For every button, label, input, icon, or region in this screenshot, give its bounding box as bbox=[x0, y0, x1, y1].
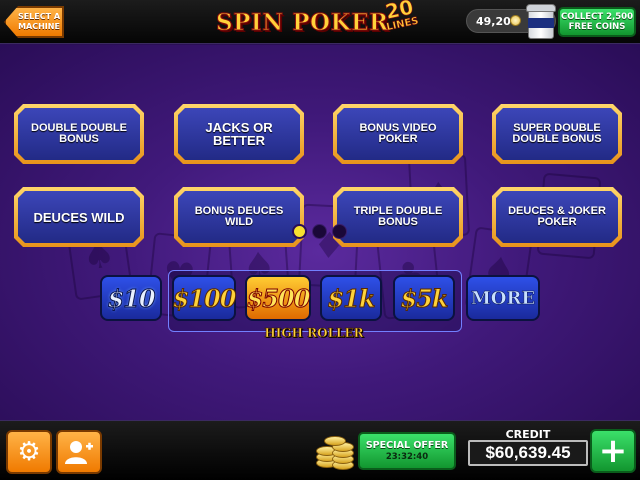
collect-free-coins-button[interactable]: COLLECT 2,500 FREE COINS bbox=[558, 7, 636, 37]
denomination-button-500[interactable]: $500 bbox=[245, 275, 311, 321]
logo-lines-badge: 20 LINES bbox=[376, 0, 427, 46]
game-logo: SPIN POKER 20 LINES bbox=[216, 0, 426, 42]
coin-cup-icon[interactable] bbox=[524, 4, 558, 40]
game-label: DEUCES WILD bbox=[18, 191, 140, 243]
game-button-double-double-bonus[interactable]: DOUBLE DOUBLE BONUS bbox=[14, 104, 144, 164]
select-machine-button[interactable]: SELECT A MACHINE bbox=[4, 6, 64, 38]
add-friend-icon bbox=[65, 441, 93, 464]
game-button-deuces-wild[interactable]: DEUCES WILD bbox=[14, 187, 144, 247]
denomination-button-1k[interactable]: $1k bbox=[320, 275, 382, 321]
game-label: BONUS DEUCES WILD bbox=[178, 191, 300, 243]
special-offer-button[interactable]: SPECIAL OFFER 23:32:40 bbox=[358, 432, 456, 470]
game-label: TRIPLE DOUBLE BONUS bbox=[337, 191, 459, 243]
top-bar: SELECT A MACHINE SPIN POKER 20 LINES 49,… bbox=[0, 0, 640, 44]
denomination-button-10[interactable]: $10 bbox=[100, 275, 162, 321]
game-button-bonus-video-poker[interactable]: BONUS VIDEO POKER bbox=[333, 104, 463, 164]
credit-label: CREDIT bbox=[505, 428, 551, 441]
game-label: JACKS OR BETTER bbox=[178, 108, 300, 160]
denomination-button-100[interactable]: $100 bbox=[172, 275, 237, 321]
coin-icon bbox=[510, 15, 521, 26]
special-offer-label: SPECIAL OFFER bbox=[365, 439, 449, 451]
high-roller-label: HIGH ROLLER bbox=[264, 326, 364, 341]
plus-icon: + bbox=[598, 431, 628, 471]
credit-value: $60,639.45 bbox=[468, 440, 588, 466]
game-button-bonus-deuces-wild[interactable]: BONUS DEUCES WILD bbox=[174, 187, 304, 247]
gear-icon: ⚙ bbox=[17, 437, 41, 467]
game-label: BONUS VIDEO POKER bbox=[337, 108, 459, 160]
game-label: DEUCES & JOKER POKER bbox=[496, 191, 618, 243]
game-button-super-double-double-bonus[interactable]: SUPER DOUBLE DOUBLE BONUS bbox=[492, 104, 622, 164]
settings-button[interactable]: ⚙ bbox=[6, 430, 52, 474]
page-dot-2[interactable] bbox=[312, 224, 327, 239]
game-button-triple-double-bonus[interactable]: TRIPLE DOUBLE BONUS bbox=[333, 187, 463, 247]
add-friend-button[interactable] bbox=[56, 430, 102, 474]
page-dot-1[interactable] bbox=[292, 224, 307, 239]
cup-label bbox=[528, 18, 554, 28]
special-offer-timer: 23:32:40 bbox=[385, 451, 429, 462]
more-denominations-button[interactable]: MORE bbox=[466, 275, 540, 321]
page-dot-3[interactable] bbox=[332, 224, 347, 239]
game-label: SUPER DOUBLE DOUBLE BONUS bbox=[496, 108, 618, 160]
add-credit-button[interactable]: + bbox=[590, 429, 636, 473]
logo-title: SPIN POKER bbox=[216, 9, 389, 37]
game-button-deuces-joker-poker[interactable]: DEUCES & JOKER POKER bbox=[492, 187, 622, 247]
collect-line-2: FREE COINS bbox=[568, 22, 626, 32]
game-button-jacks-or-better[interactable]: JACKS OR BETTER bbox=[174, 104, 304, 164]
game-label: DOUBLE DOUBLE BONUS bbox=[18, 108, 140, 160]
collect-line-1: COLLECT 2,500 bbox=[561, 12, 633, 22]
denomination-button-5k[interactable]: $5k bbox=[393, 275, 455, 321]
page-indicator bbox=[292, 224, 352, 240]
